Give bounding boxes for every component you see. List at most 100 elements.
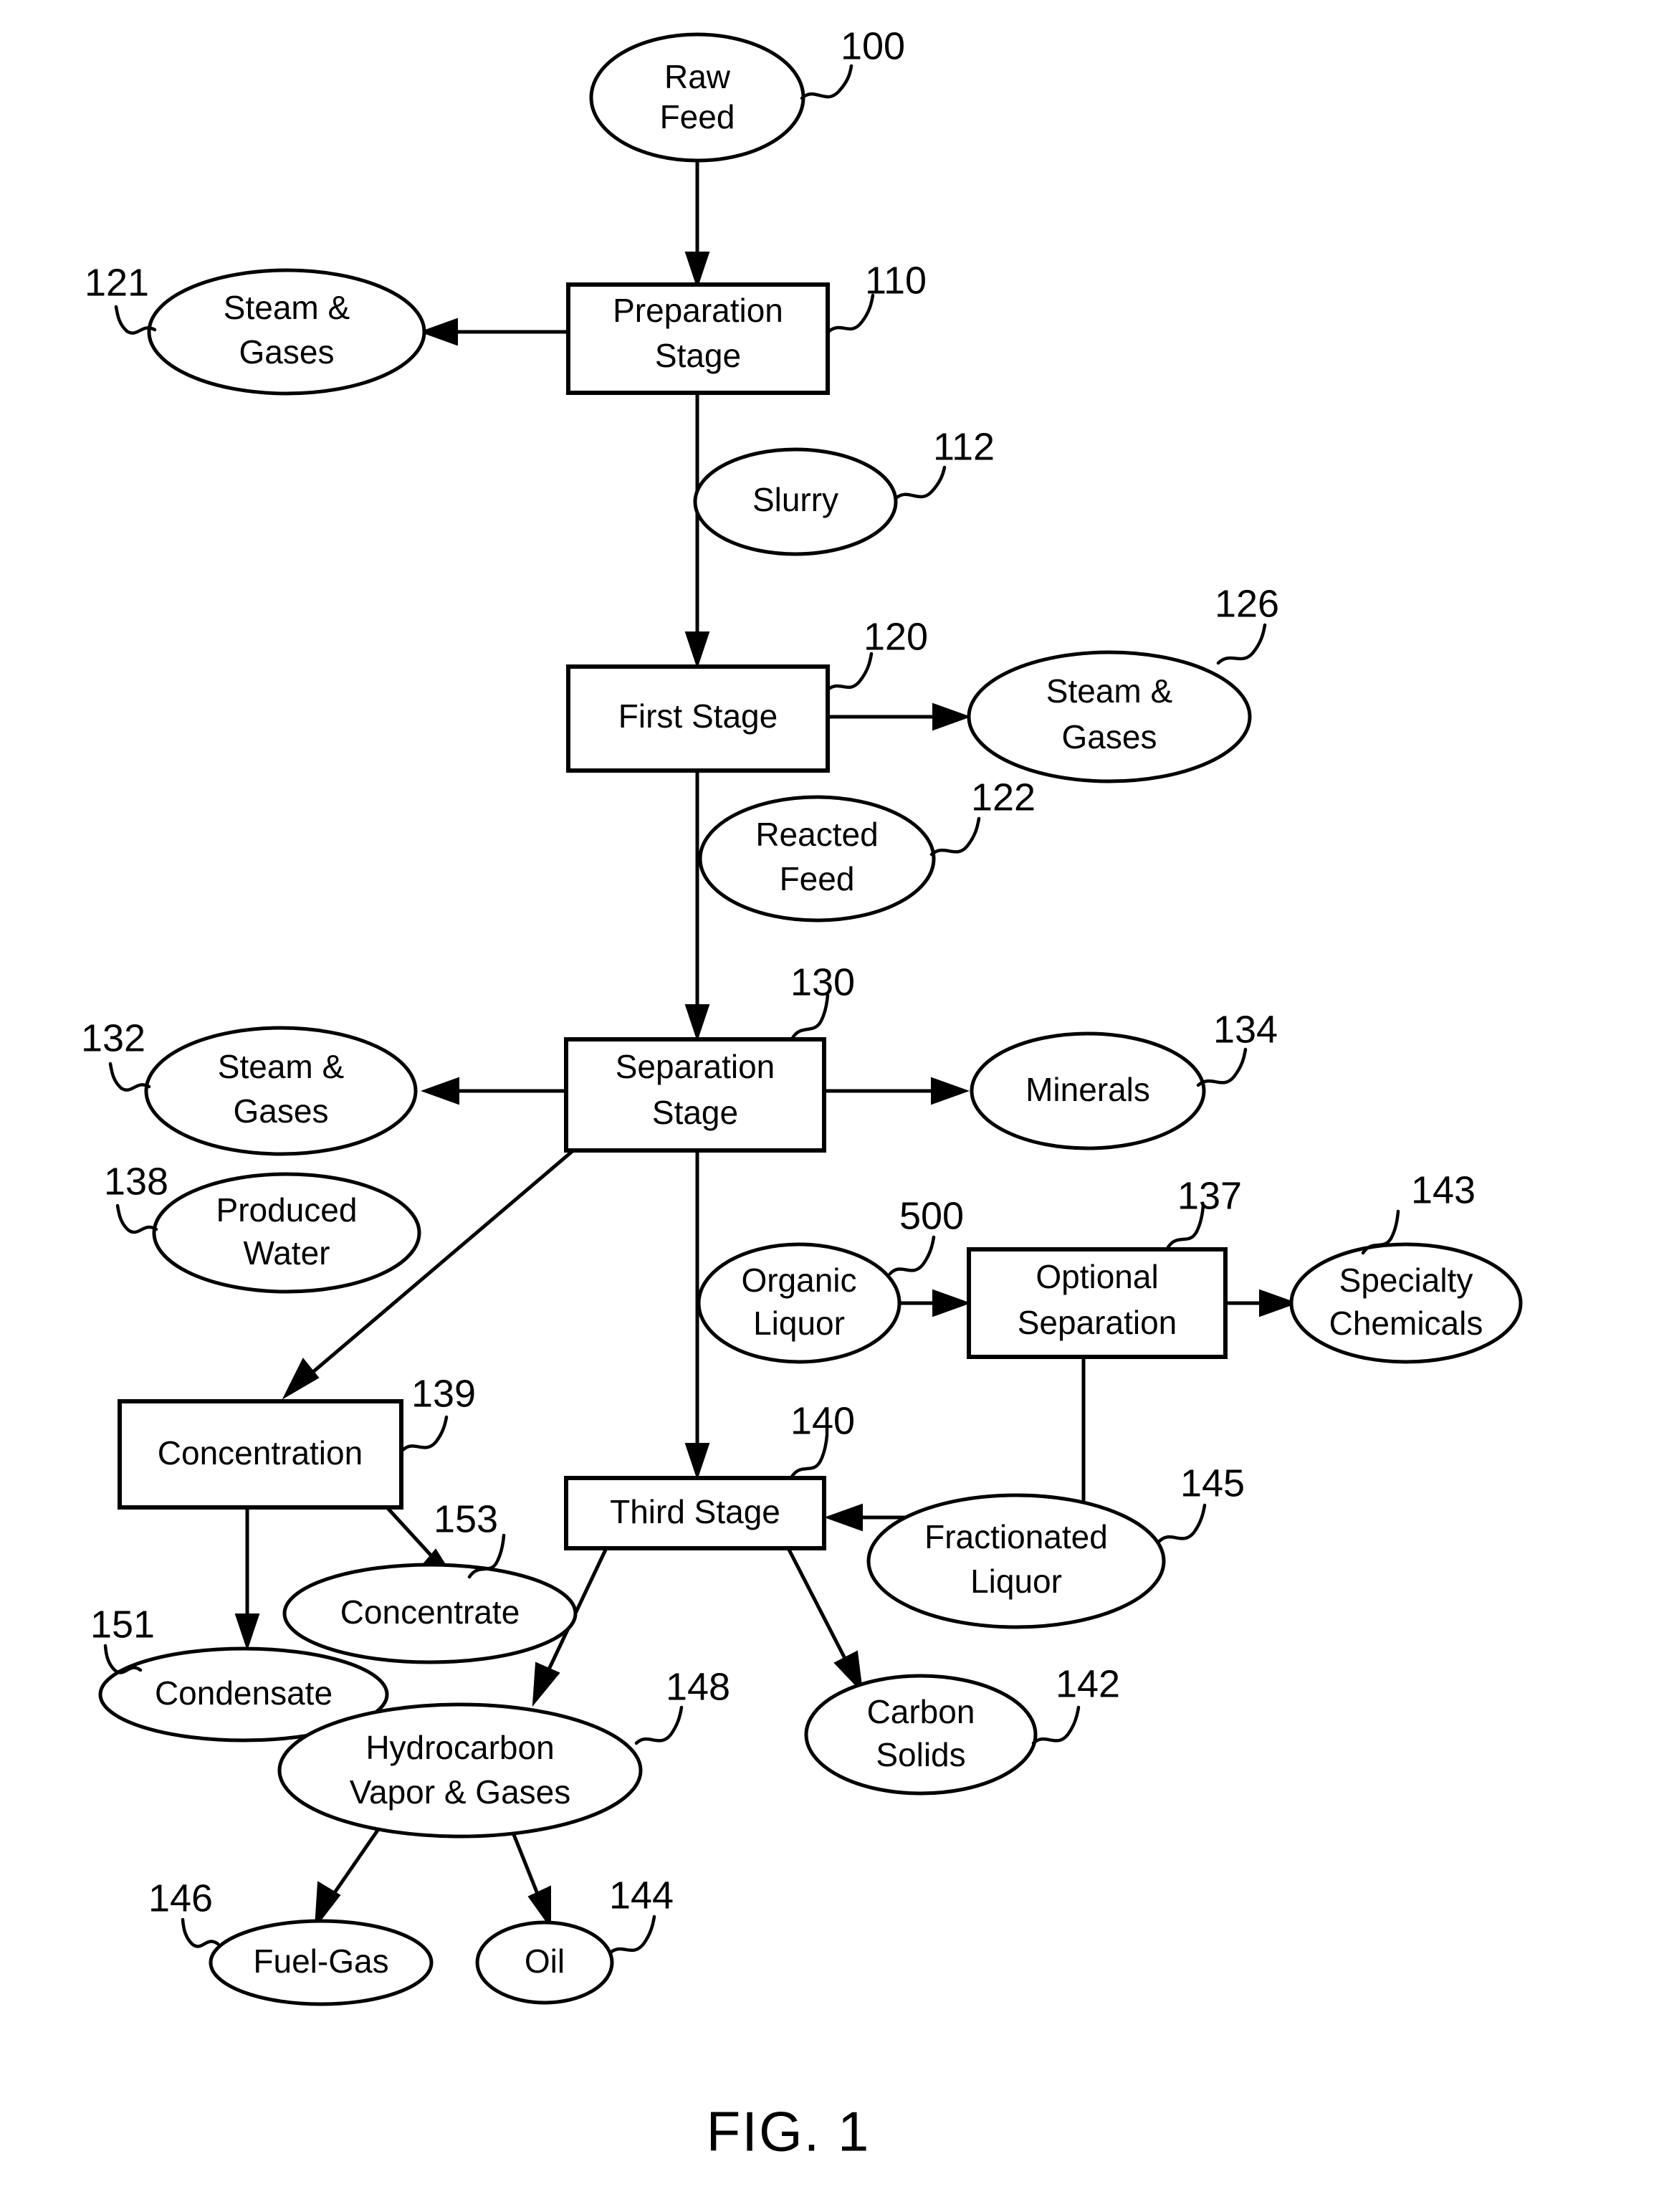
fractionated-liquor-ellipse[interactable] xyxy=(866,1493,1166,1629)
ref-callout-121: 121 xyxy=(85,261,157,335)
ref-number-146: 146 xyxy=(148,1877,213,1920)
concentrate-label: Concentrate xyxy=(340,1593,520,1631)
ref-number-126: 126 xyxy=(1215,582,1279,625)
ref-number-121: 121 xyxy=(85,261,149,304)
ref-callout-112: 112 xyxy=(894,425,995,500)
ref-callout-139: 139 xyxy=(401,1372,476,1452)
ref-number-137: 137 xyxy=(1177,1174,1242,1217)
ref-number-143: 143 xyxy=(1411,1168,1476,1211)
flow-first-stage-to-steam-gases-126 xyxy=(828,702,971,731)
optional-separation-label-line2: Separation xyxy=(1018,1304,1177,1341)
node-fractionated-liquor[interactable]: Fractionated Liquor xyxy=(866,1493,1166,1629)
condensate-label: Condensate xyxy=(155,1674,333,1712)
ref-callout-110: 110 xyxy=(827,259,927,333)
steam-gases-132-ellipse[interactable] xyxy=(144,1026,418,1156)
ref-callout-145: 145 xyxy=(1157,1462,1245,1543)
node-carbon-solids[interactable]: Carbon Solids xyxy=(804,1674,1038,1796)
flow-first-stage-to-separation xyxy=(684,771,710,1042)
fractionated-liquor-label-line1: Fractionated xyxy=(924,1518,1108,1555)
node-first-stage[interactable]: First Stage xyxy=(566,664,830,773)
ref-callout-132: 132 xyxy=(81,1016,151,1092)
reacted-feed-label-line2: Feed xyxy=(780,860,855,897)
raw-feed-ellipse[interactable] xyxy=(589,32,805,163)
optional-separation-label-line1: Optional xyxy=(1036,1258,1158,1295)
hydrocarbon-vapor-gases-label-line2: Vapor & Gases xyxy=(350,1773,571,1811)
ref-number-132: 132 xyxy=(81,1016,145,1059)
separation-stage-label-line1: Separation xyxy=(616,1048,775,1085)
ref-number-130: 130 xyxy=(790,960,855,1003)
specialty-chemicals-label-line1: Specialty xyxy=(1339,1262,1473,1299)
flow-preparation-to-first-stage xyxy=(684,393,710,669)
ref-number-500: 500 xyxy=(899,1194,964,1237)
preparation-stage-label-line1: Preparation xyxy=(613,292,783,329)
hydrocarbon-vapor-gases-ellipse[interactable] xyxy=(277,1702,643,1839)
ref-callout-120: 120 xyxy=(826,615,928,692)
ref-callout-143: 143 xyxy=(1361,1168,1476,1255)
produced-water-label-line2: Water xyxy=(244,1234,330,1272)
specialty-chemicals-label-line2: Chemicals xyxy=(1329,1305,1483,1342)
flow-separation-to-minerals xyxy=(824,1077,970,1105)
ref-number-138: 138 xyxy=(104,1160,168,1203)
ref-callout-144: 144 xyxy=(608,1874,674,1955)
ref-callout-500: 500 xyxy=(888,1194,964,1276)
ref-callout-148: 148 xyxy=(634,1665,730,1745)
organic-liquor-label-line2: Liquor xyxy=(753,1305,845,1342)
node-optional-separation[interactable]: Optional Separation xyxy=(967,1247,1228,1359)
ref-number-151: 151 xyxy=(90,1603,155,1646)
raw-feed-label-line1: Raw xyxy=(664,58,731,95)
node-organic-liquor[interactable]: Organic Liquor xyxy=(697,1242,902,1364)
ref-callout-130: 130 xyxy=(790,960,855,1040)
flow-organic-liquor-to-optional-separation xyxy=(899,1289,971,1317)
slurry-label: Slurry xyxy=(752,481,838,518)
ref-callout-140: 140 xyxy=(790,1399,855,1479)
ref-number-144: 144 xyxy=(609,1874,674,1917)
carbon-solids-label-line2: Solids xyxy=(876,1736,965,1773)
node-raw-feed[interactable]: Raw Feed xyxy=(589,32,805,163)
flow-preparation-to-steam-gases-121 xyxy=(419,318,568,346)
node-steam-gases-121[interactable]: Steam & Gases xyxy=(147,268,426,396)
node-produced-water[interactable]: Produced Water xyxy=(152,1172,421,1294)
node-minerals[interactable]: Minerals xyxy=(970,1031,1206,1150)
ref-number-139: 139 xyxy=(411,1372,476,1415)
node-concentrate[interactable]: Concentrate xyxy=(282,1563,578,1664)
flow-optional-separation-to-specialty-chemicals xyxy=(1225,1289,1298,1317)
preparation-stage-label-line2: Stage xyxy=(655,337,741,374)
node-separation-stage[interactable]: Separation Stage xyxy=(564,1037,826,1153)
ref-number-148: 148 xyxy=(666,1665,730,1708)
carbon-solids-label-line1: Carbon xyxy=(867,1693,975,1730)
node-third-stage[interactable]: Third Stage xyxy=(564,1476,826,1550)
minerals-label: Minerals xyxy=(1025,1071,1150,1108)
flow-concentration-to-condensate xyxy=(234,1507,260,1651)
node-oil[interactable]: Oil xyxy=(475,1920,614,2005)
figure-root: Raw Feed 100 Preparation Stage 110 Steam… xyxy=(0,0,1669,2212)
ref-callout-134: 134 xyxy=(1196,1008,1278,1087)
flow-third-stage-to-carbon-solids xyxy=(786,1547,864,1694)
node-preparation-stage[interactable]: Preparation Stage xyxy=(566,282,830,395)
oil-label: Oil xyxy=(525,1942,565,1980)
reacted-feed-label-line1: Reacted xyxy=(755,816,878,853)
steam-gases-121-label-line2: Gases xyxy=(239,333,335,371)
steam-gases-126-ellipse[interactable] xyxy=(967,650,1252,783)
flow-hydrocarbon-to-oil xyxy=(510,1829,551,1930)
ref-callout-122: 122 xyxy=(929,776,1036,857)
ref-number-100: 100 xyxy=(841,24,905,67)
ref-callout-146: 146 xyxy=(148,1877,220,1948)
flow-raw-feed-to-preparation xyxy=(684,156,710,290)
node-slurry[interactable]: Slurry xyxy=(693,447,898,556)
node-steam-gases-132[interactable]: Steam & Gases xyxy=(144,1026,418,1156)
node-specialty-chemicals[interactable]: Specialty Chemicals xyxy=(1289,1242,1523,1364)
steam-gases-132-label-line2: Gases xyxy=(234,1092,329,1130)
node-steam-gases-126[interactable]: Steam & Gases xyxy=(967,650,1252,783)
steam-gases-126-label-line2: Gases xyxy=(1062,718,1157,755)
raw-feed-label-line2: Feed xyxy=(660,98,735,135)
node-fuel-gas[interactable]: Fuel-Gas xyxy=(209,1919,434,2006)
ref-number-112: 112 xyxy=(933,425,995,468)
fuel-gas-label: Fuel-Gas xyxy=(253,1942,388,1980)
ref-callout-137: 137 xyxy=(1166,1174,1242,1249)
third-stage-label: Third Stage xyxy=(610,1493,780,1530)
node-hydrocarbon-vapor-gases[interactable]: Hydrocarbon Vapor & Gases xyxy=(277,1702,643,1839)
node-reacted-feed[interactable]: Reacted Feed xyxy=(698,795,936,923)
ref-number-134: 134 xyxy=(1213,1008,1278,1051)
node-concentration[interactable]: Concentration xyxy=(118,1399,403,1510)
ref-callout-142: 142 xyxy=(1031,1662,1120,1745)
